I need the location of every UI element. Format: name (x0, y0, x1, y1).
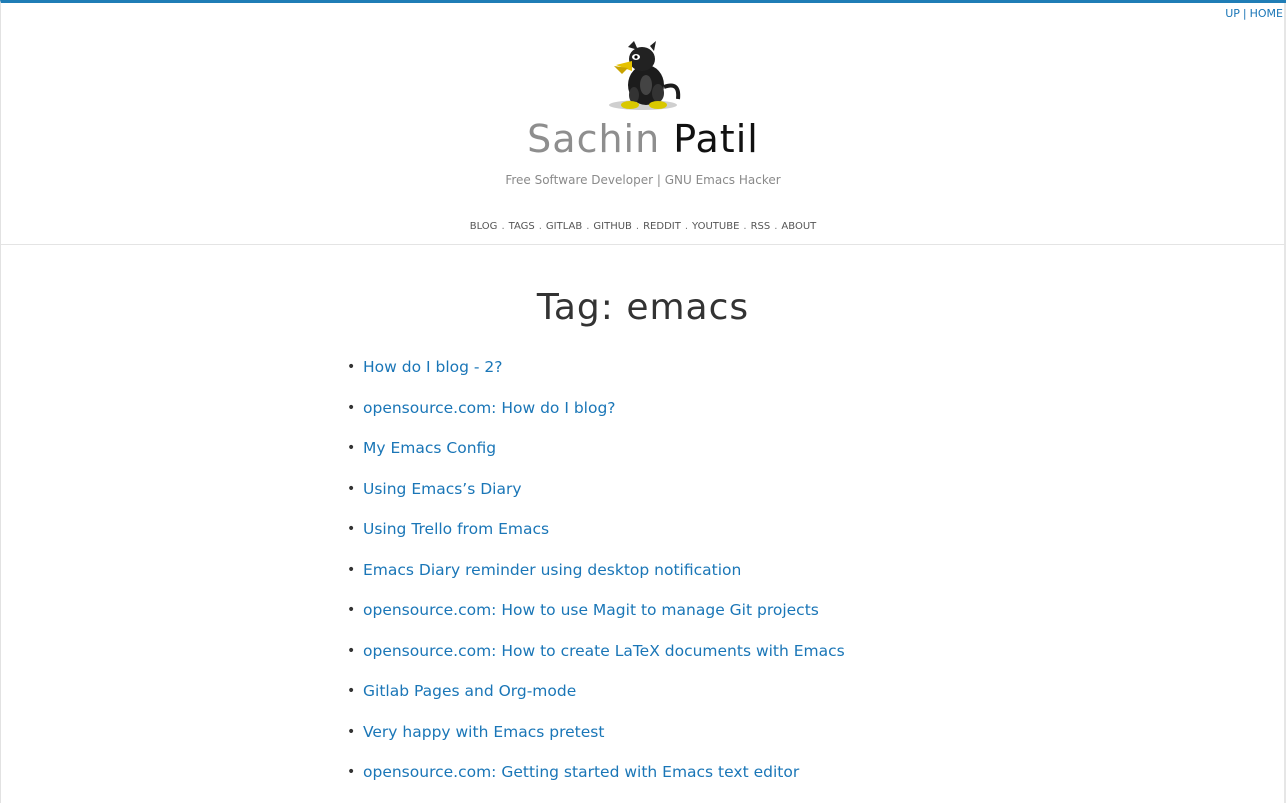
nav-item-blog[interactable]: BLOG (470, 221, 498, 232)
nav-separator: . (743, 221, 747, 232)
top-links-separator: | (1242, 7, 1247, 20)
nav-item-youtube[interactable]: YOUTUBE (692, 221, 739, 232)
bullet-icon: • (347, 683, 356, 699)
list-item: • opensource.com: How to create LaTeX doc… (347, 631, 845, 672)
up-link[interactable]: UP (1225, 7, 1240, 20)
bullet-icon: • (347, 764, 356, 780)
nav-item-tags[interactable]: TAGS (509, 221, 535, 232)
page: UP | HOME Sachin Patil Free Software Devel… (0, 0, 1286, 803)
post-link[interactable]: opensource.com: How to create LaTeX docu… (363, 642, 845, 660)
post-link[interactable]: Using Trello from Emacs (363, 520, 549, 538)
bullet-icon: • (347, 440, 356, 456)
post-link[interactable]: opensource.com: How do I blog? (363, 399, 616, 417)
top-links: UP | HOME (1225, 7, 1283, 20)
post-list: • How do I blog - 2? • opensource.com: How… (347, 347, 845, 793)
post-link[interactable]: Using Emacs’s Diary (363, 480, 522, 498)
bullet-icon: • (347, 723, 356, 740)
home-link[interactable]: HOME (1250, 7, 1283, 20)
nav-separator: . (635, 221, 640, 232)
post-link[interactable]: My Emacs Config (363, 439, 496, 457)
nav-item-rss[interactable]: RSS (751, 221, 771, 232)
post-link[interactable]: Gitlab Pages and Org-mode (363, 682, 576, 700)
nav-item-github[interactable]: GITHUB (593, 221, 632, 232)
list-item: • How do I blog - 2? (347, 347, 845, 388)
nav-item-about[interactable]: ABOUT (781, 221, 816, 232)
nav-item-gitlab[interactable]: GITLAB (546, 221, 582, 232)
nav-separator: . (501, 221, 505, 232)
post-link[interactable]: opensource.com: How to use Magit to mana… (363, 601, 819, 619)
post-link[interactable]: opensource.com: Getting started with Ema… (363, 763, 799, 781)
list-item: • Emacs Diary reminder using desktop noti… (347, 550, 845, 591)
bullet-icon: • (347, 521, 356, 537)
site-title-last: Patil (673, 117, 759, 161)
main-nav: BLOG. TAGS. GITLAB. GITHUB. REDDIT. YOUTUBE. R… (1, 221, 1285, 232)
nav-separator: . (774, 221, 778, 232)
nav-item-reddit[interactable]: REDDIT (643, 221, 681, 232)
bullet-icon: • (347, 561, 356, 578)
nav-separator: . (684, 221, 689, 232)
list-item: • Gitlab Pages and Org-mode (347, 671, 845, 712)
post-link[interactable]: Emacs Diary reminder using desktop notif… (363, 561, 741, 579)
bullet-icon: • (347, 602, 356, 618)
site-title-first: Sachin (527, 117, 661, 161)
bullet-icon: • (347, 480, 356, 497)
post-link[interactable]: Very happy with Emacs pretest (363, 723, 604, 741)
post-link[interactable]: How do I blog - 2? (363, 358, 503, 376)
list-item: • Using Trello from Emacs (347, 509, 845, 550)
site-title[interactable]: Sachin Patil (1, 117, 1285, 161)
nav-separator: . (586, 221, 590, 232)
bullet-icon: • (347, 642, 356, 659)
site-header: Sachin Patil Free Software Developer | G… (1, 41, 1285, 187)
page-title: Tag: emacs (536, 287, 750, 328)
bullet-icon: • (347, 399, 356, 416)
list-item: • opensource.com: How to use Magit to man… (347, 590, 845, 631)
bullet-icon: • (347, 359, 356, 375)
site-tagline: Free Software Developer | GNU Emacs Hack… (505, 173, 781, 187)
list-item: • Very happy with Emacs pretest (347, 712, 845, 753)
list-item: • My Emacs Config (347, 428, 845, 469)
list-item: • opensource.com: Getting started with Em… (347, 752, 845, 793)
list-item: • Using Emacs’s Diary (347, 469, 845, 510)
header-divider (1, 244, 1285, 245)
gnu-mascot-icon[interactable] (598, 41, 688, 111)
nav-separator: . (538, 221, 542, 232)
list-item: • opensource.com: How do I blog? (347, 388, 845, 429)
